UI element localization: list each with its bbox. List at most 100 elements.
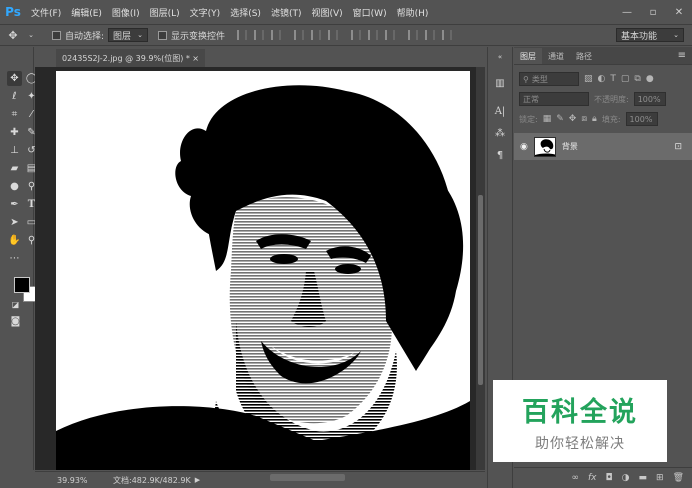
lock-all-icon[interactable]: 🔒︎	[592, 114, 597, 124]
distribute-right-icon[interactable]	[441, 30, 452, 40]
panel-menu-icon[interactable]: ≡	[678, 50, 686, 61]
fx-icon[interactable]: fx	[588, 473, 597, 483]
layers-panel-tabs: 图层 通道 路径 ≡	[514, 47, 692, 65]
workspace-dropdown[interactable]: 基本功能 ⌄	[616, 28, 684, 42]
distribute-top-icon[interactable]	[350, 30, 361, 40]
eye-icon[interactable]: ◉	[520, 142, 528, 152]
menu-view[interactable]: 视图(V)	[306, 6, 347, 19]
history-panel-icon[interactable]: ▥	[491, 75, 509, 91]
crop-icon[interactable]: ⌗	[7, 107, 22, 122]
blur-icon[interactable]: ●	[7, 179, 22, 194]
layer-kind-filter[interactable]: ⚲ 类型	[519, 72, 579, 86]
lock-pixels-icon[interactable]: ✎	[556, 114, 564, 124]
move-tool-icon[interactable]: ✥	[6, 29, 20, 42]
show-transform-label: 显示变换控件	[170, 31, 225, 42]
menu-layer[interactable]: 图层(L)	[145, 6, 185, 19]
status-bar: 39.93% 文档:482.9K/482.9K ▶	[35, 471, 485, 488]
menu-image[interactable]: 图像(I)	[107, 6, 145, 19]
horizontal-scrollbar-thumb[interactable]	[270, 474, 345, 481]
quick-mask-icon[interactable]: ◙	[8, 314, 23, 329]
filter-type-icon[interactable]: T	[610, 74, 616, 84]
align-middle-icon[interactable]	[253, 30, 264, 40]
fill-label: 填充:	[601, 114, 621, 124]
lock-label: 锁定:	[519, 114, 538, 124]
opacity-field[interactable]: 100%	[633, 92, 666, 106]
chevron-down-icon: ⌄	[673, 31, 679, 39]
default-colors-icon[interactable]: ◪	[8, 297, 23, 312]
close-window-icon[interactable]: ✕	[666, 0, 692, 24]
move-tool-icon[interactable]: ✥	[7, 71, 22, 86]
document-canvas[interactable]	[56, 71, 470, 470]
healing-brush-icon[interactable]: ✚	[7, 125, 22, 140]
adjustment-layer-icon[interactable]: ◑	[622, 473, 630, 483]
chevron-down-icon[interactable]: ⌄	[24, 31, 38, 39]
character-panel-icon[interactable]: A|	[491, 103, 509, 119]
lock-artboard-icon[interactable]: ⧈	[581, 114, 587, 124]
align-right-icon[interactable]	[327, 30, 338, 40]
menu-filter[interactable]: 滤镜(T)	[266, 6, 307, 19]
link-layers-icon[interactable]: ∞	[572, 473, 580, 483]
tab-channels[interactable]: 通道	[542, 48, 570, 64]
tools-panel: ✥ ◯ ℓ ✦ ⌗ ⁄ ✚ ✎ ⊥ ↺ ▰ ▤ ● ⚲ ✒ T ➤ ▭ ✋ ⚲ …	[0, 47, 49, 470]
menu-file[interactable]: 文件(F)	[26, 6, 66, 19]
distribute-center-icon[interactable]	[424, 30, 435, 40]
paragraph-panel-icon[interactable]: ¶	[491, 147, 509, 163]
filter-toggle-icon[interactable]: ●	[646, 74, 654, 84]
align-left-icon[interactable]	[293, 30, 304, 40]
blend-mode-select[interactable]: 正常	[519, 92, 589, 106]
tab-paths[interactable]: 路径	[570, 48, 598, 64]
distribute-left-icon[interactable]	[407, 30, 418, 40]
foreground-color[interactable]	[14, 277, 30, 293]
zoom-level[interactable]: 39.93%	[35, 476, 88, 485]
filter-adjustment-icon[interactable]: ◐	[598, 74, 606, 84]
menu-type[interactable]: 文字(Y)	[185, 6, 226, 19]
add-mask-icon[interactable]: ◘	[606, 473, 613, 483]
layer-name[interactable]: 背景	[562, 141, 669, 152]
align-bottom-icon[interactable]	[270, 30, 281, 40]
status-arrow-icon[interactable]: ▶	[195, 476, 200, 484]
auto-select-value: 图层	[113, 31, 132, 42]
minimize-icon[interactable]: —	[614, 0, 640, 24]
tab-layers[interactable]: 图层	[514, 48, 542, 64]
canvas-area[interactable]	[35, 67, 485, 470]
auto-select-dropdown[interactable]: 图层 ⌄	[108, 28, 148, 42]
layer-thumbnail-image	[534, 138, 555, 156]
menu-window[interactable]: 窗口(W)	[348, 6, 392, 19]
menu-edit[interactable]: 编辑(E)	[66, 6, 107, 19]
lasso-icon[interactable]: ℓ	[7, 89, 22, 104]
lock-transparent-icon[interactable]: ▦	[543, 114, 552, 124]
eraser-icon[interactable]: ▰	[7, 161, 22, 176]
hand-icon[interactable]: ✋	[7, 233, 22, 248]
distribute-bottom-icon[interactable]	[384, 30, 395, 40]
lock-position-icon[interactable]: ✥	[569, 114, 577, 124]
show-transform-checkbox[interactable]	[157, 30, 167, 40]
distribute-middle-icon[interactable]	[367, 30, 378, 40]
clone-stamp-icon[interactable]: ⊥	[7, 143, 22, 158]
more-tools-icon[interactable]: ⋯	[7, 251, 22, 266]
align-top-icon[interactable]	[236, 30, 247, 40]
align-buttons	[236, 30, 452, 40]
delete-layer-icon[interactable]: 🗑︎	[673, 473, 684, 483]
vertical-scrollbar[interactable]	[476, 67, 485, 470]
layer-row-background[interactable]: ◉ 背景 ⊡	[514, 133, 692, 160]
auto-select-checkbox[interactable]	[52, 30, 61, 40]
new-group-icon[interactable]: ▬	[639, 473, 648, 483]
align-center-icon[interactable]	[310, 30, 321, 40]
maximize-icon[interactable]: ▫	[640, 0, 666, 24]
collapse-arrows-icon[interactable]: «	[491, 49, 509, 65]
document-tab[interactable]: 02435S2J-2.jpg @ 39.9%(位图) * ×	[56, 49, 205, 67]
menu-help[interactable]: 帮助(H)	[392, 6, 434, 19]
close-icon[interactable]: ×	[192, 54, 199, 63]
filter-smart-object-icon[interactable]: ⧉	[634, 74, 640, 84]
vertical-scrollbar-thumb[interactable]	[478, 195, 483, 385]
watermark: 百科全说 助你轻松解决	[493, 380, 667, 462]
filter-shape-icon[interactable]: ▢	[621, 74, 630, 84]
fill-field[interactable]: 100%	[625, 112, 658, 126]
menu-bar: Ps 文件(F) 编辑(E) 图像(I) 图层(L) 文字(Y) 选择(S) 滤…	[0, 0, 692, 24]
path-selection-icon[interactable]: ➤	[7, 215, 22, 230]
glyphs-panel-icon[interactable]: ⁂	[491, 125, 509, 141]
menu-select[interactable]: 选择(S)	[225, 6, 266, 19]
new-layer-icon[interactable]: ⊞	[656, 473, 664, 483]
pen-icon[interactable]: ✒	[7, 197, 22, 212]
filter-pixel-icon[interactable]: ▨	[584, 74, 593, 84]
